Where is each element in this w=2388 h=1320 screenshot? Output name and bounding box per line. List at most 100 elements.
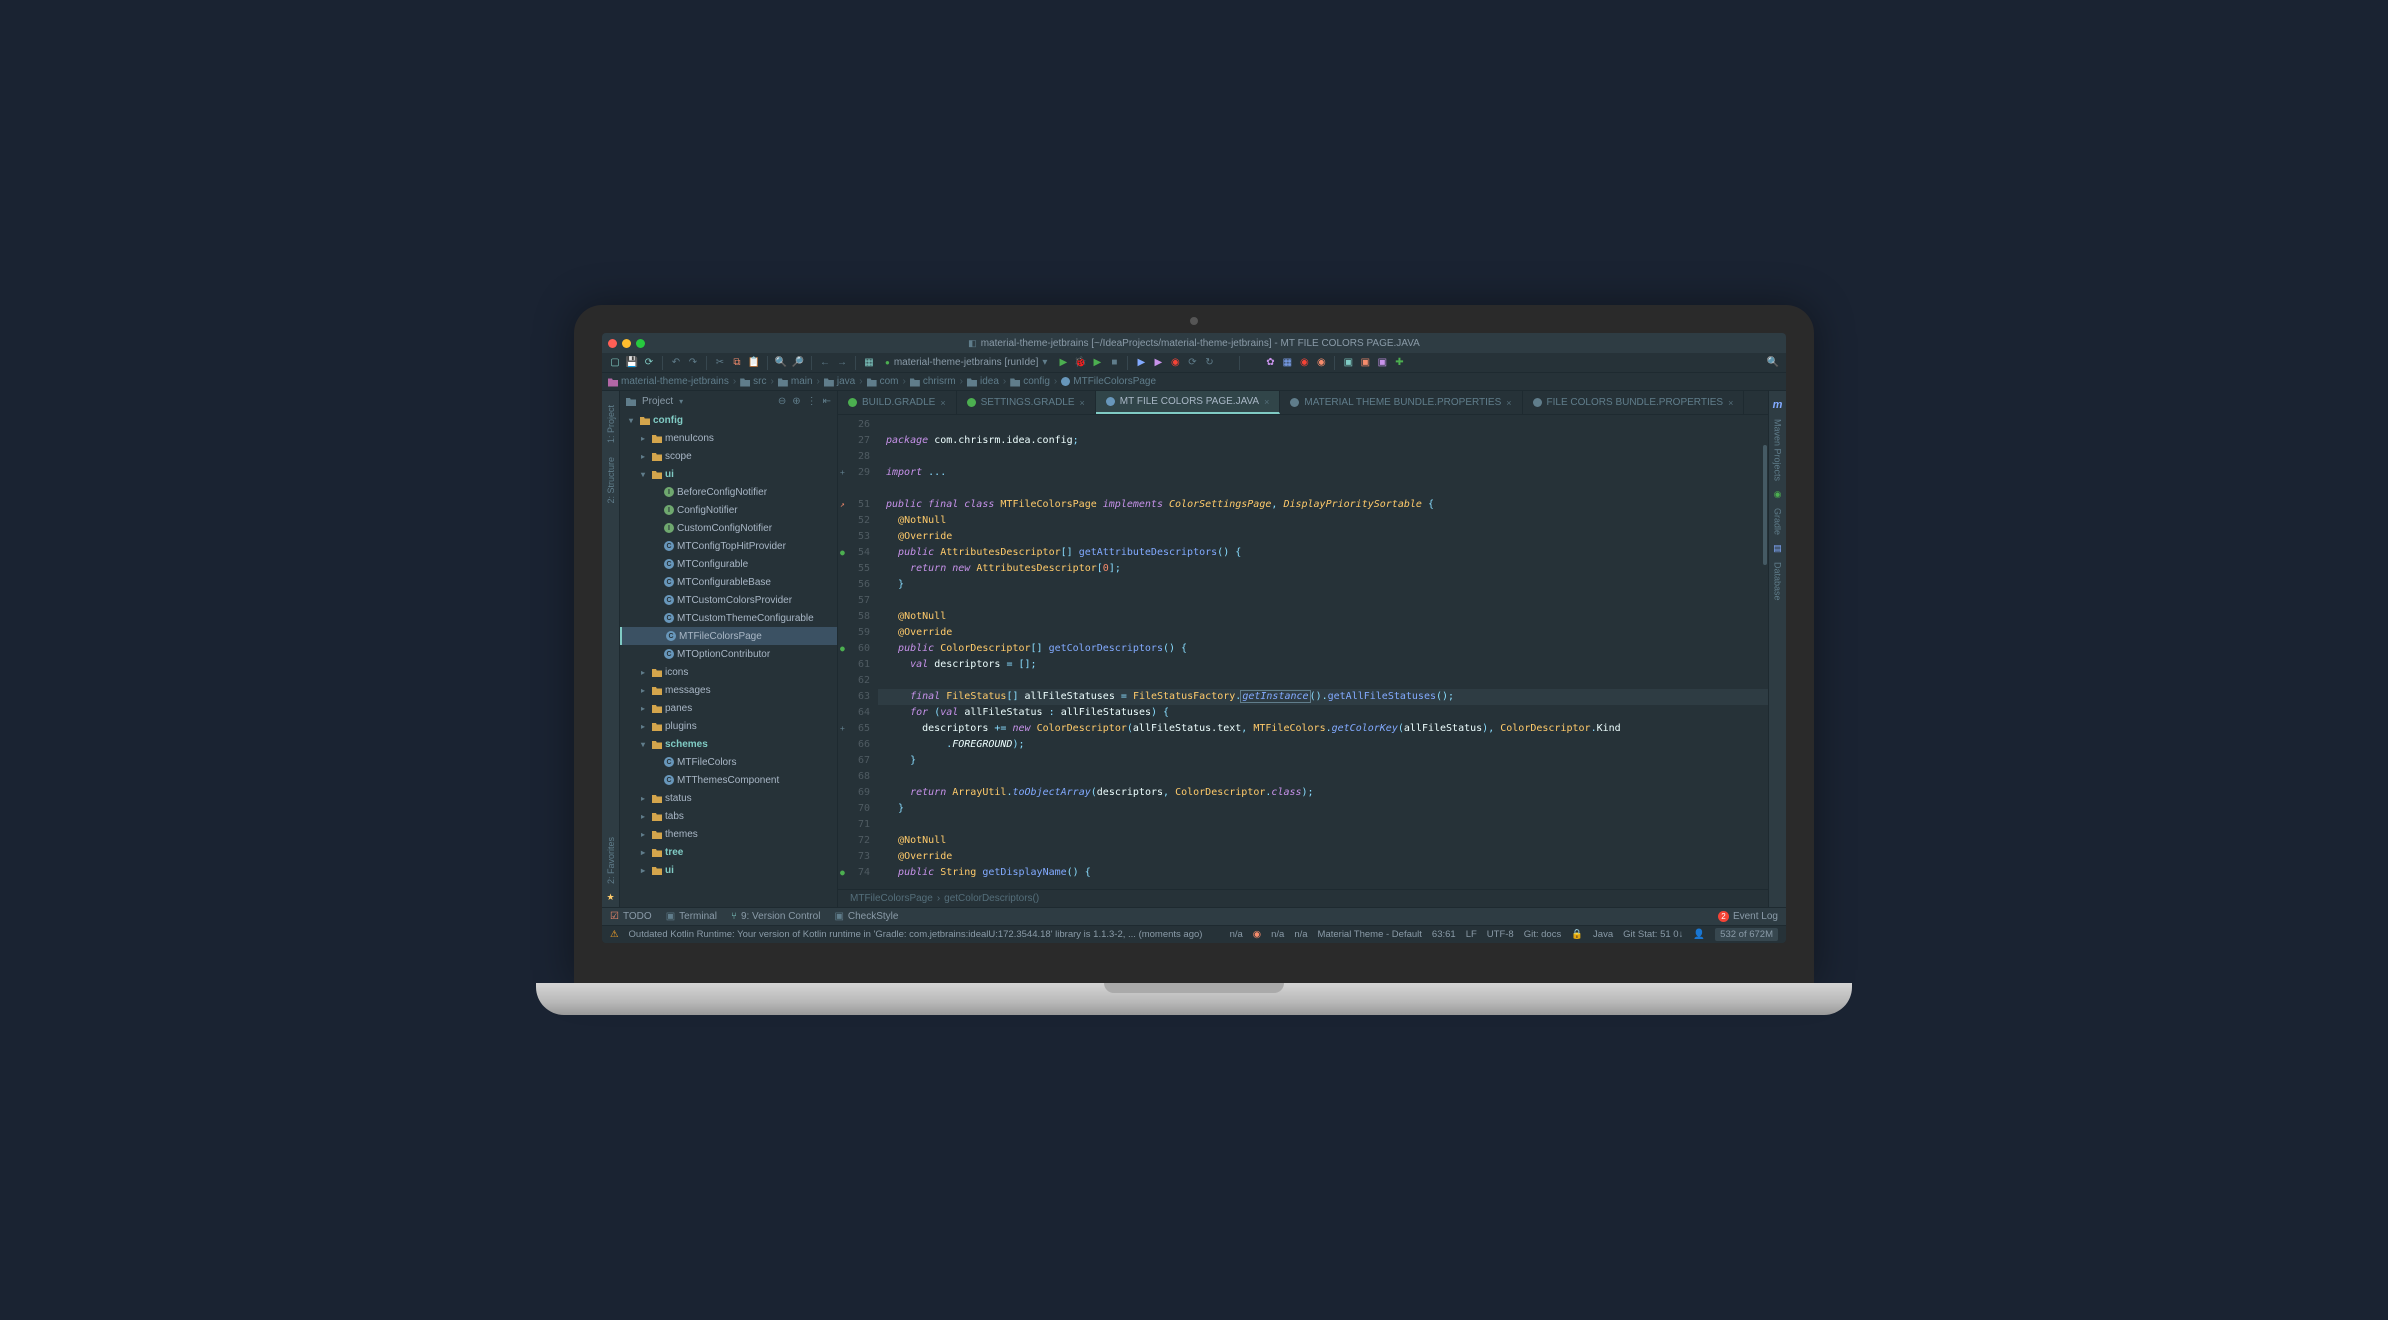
code-line[interactable]: public final class MTFileColorsPage impl… <box>886 497 1760 513</box>
vtab-maven[interactable]: Maven Projects <box>1772 413 1784 487</box>
status-message[interactable]: Outdated Kotlin Runtime: Your version of… <box>629 929 1220 940</box>
sidebar-settings-icon[interactable]: ⋮ <box>807 396 817 407</box>
code-line[interactable]: @Override <box>886 625 1760 641</box>
breadcrumb-item[interactable]: src <box>740 376 766 387</box>
status-java[interactable]: Java <box>1593 929 1613 940</box>
tree-arrow-icon[interactable]: ▸ <box>641 704 649 713</box>
editor-tab[interactable]: MATERIAL THEME BUNDLE.PROPERTIES× <box>1280 391 1522 414</box>
code-line[interactable]: descriptors += new ColorDescriptor(allFi… <box>886 721 1760 737</box>
gutter-line[interactable]: 72 <box>838 833 870 849</box>
tree-item[interactable]: ▸ui <box>620 861 837 879</box>
status-theme[interactable]: Material Theme - Default <box>1318 929 1422 940</box>
tab-close-icon[interactable]: × <box>940 398 945 408</box>
gutter-mark-icon[interactable]: ● <box>840 865 845 881</box>
tree-item[interactable]: ▾ui <box>620 465 837 483</box>
code-line[interactable] <box>886 481 1760 497</box>
tool1-icon[interactable]: ▣ <box>1341 356 1355 370</box>
replace-icon[interactable]: 🔎 <box>791 356 805 370</box>
forward-icon[interactable]: → <box>835 356 849 370</box>
code-line[interactable]: @Override <box>886 849 1760 865</box>
tab-close-icon[interactable]: × <box>1264 397 1269 407</box>
back-icon[interactable]: ← <box>818 356 832 370</box>
gutter-line[interactable]: 64 <box>838 705 870 721</box>
tree-item[interactable]: ICustomConfigNotifier <box>620 519 837 537</box>
tab-close-icon[interactable]: × <box>1728 398 1733 408</box>
gutter-line[interactable]: 73 <box>838 849 870 865</box>
code-line[interactable]: for (val allFileStatus : allFileStatuses… <box>886 705 1760 721</box>
gutter-line[interactable]: 51↗ <box>838 497 870 513</box>
gutter-line[interactable]: 68 <box>838 769 870 785</box>
gutter-line[interactable]: 71 <box>838 817 870 833</box>
gutter-line[interactable]: 58 <box>838 609 870 625</box>
save-icon[interactable]: 💾 <box>625 356 639 370</box>
restart-icon[interactable]: ↻ <box>1202 356 1216 370</box>
tree-item[interactable]: ▸themes <box>620 825 837 843</box>
profile-icon[interactable]: ▶ <box>1151 356 1165 370</box>
status-line-ending[interactable]: LF <box>1466 929 1477 940</box>
tree-arrow-icon[interactable]: ▸ <box>641 434 649 443</box>
tree-arrow-icon[interactable]: ▾ <box>641 470 649 479</box>
tree-item[interactable]: ▸menuIcons <box>620 429 837 447</box>
code-line[interactable] <box>886 673 1760 689</box>
code-line[interactable]: @NotNull <box>886 833 1760 849</box>
editor-bc-method[interactable]: getColorDescriptors() <box>944 893 1039 904</box>
code-line[interactable] <box>886 817 1760 833</box>
breadcrumb-item[interactable]: idea <box>967 376 999 387</box>
tree-arrow-icon[interactable]: ▸ <box>641 812 649 821</box>
vtab-structure[interactable]: 2: Structure <box>605 451 617 510</box>
project-view-dropdown-icon[interactable]: ▾ <box>679 397 683 406</box>
breadcrumb-item[interactable]: java <box>824 376 855 387</box>
gutter-line[interactable]: 59 <box>838 625 870 641</box>
refresh-icon[interactable]: ⟳ <box>642 356 656 370</box>
attach-icon[interactable]: ▶ <box>1134 356 1148 370</box>
gutter-line[interactable]: 74● <box>838 865 870 881</box>
code-line[interactable]: } <box>886 801 1760 817</box>
code-line[interactable]: } <box>886 577 1760 593</box>
tree-item[interactable]: ▸tree <box>620 843 837 861</box>
code-line[interactable]: return new AttributesDescriptor[0]; <box>886 561 1760 577</box>
status-caret-pos[interactable]: 63:61 <box>1432 929 1456 940</box>
tree-arrow-icon[interactable]: ▸ <box>641 866 649 875</box>
tree-item[interactable]: CMTFileColorsPage <box>620 627 837 645</box>
tree-item[interactable]: IBeforeConfigNotifier <box>620 483 837 501</box>
tree-item[interactable]: CMTCustomThemeConfigurable <box>620 609 837 627</box>
stop2-icon[interactable]: ◉ <box>1168 356 1182 370</box>
copy-icon[interactable]: ⧉ <box>730 356 744 370</box>
tree-arrow-icon[interactable]: ▾ <box>641 740 649 749</box>
gutter-line[interactable]: 26 <box>838 417 870 433</box>
breadcrumb-item[interactable]: com <box>867 376 899 387</box>
tab-close-icon[interactable]: × <box>1506 398 1511 408</box>
code-line[interactable]: } <box>886 753 1760 769</box>
event-log-tool[interactable]: 2 Event Log <box>1718 911 1778 922</box>
gutter-line[interactable]: 57 <box>838 593 870 609</box>
gutter-line[interactable]: 27 <box>838 433 870 449</box>
tree-arrow-icon[interactable]: ▾ <box>629 416 637 425</box>
gutter-line[interactable]: 70 <box>838 801 870 817</box>
code-area[interactable]: package com.chrisrm.idea.config;import .… <box>878 415 1768 889</box>
lock-icon[interactable]: 🔒 <box>1571 929 1583 940</box>
tree-item[interactable]: CMTThemesComponent <box>620 771 837 789</box>
code-line[interactable]: return ArrayUtil.toObjectArray(descripto… <box>886 785 1760 801</box>
tool2-icon[interactable]: ▣ <box>1358 356 1372 370</box>
tree-item[interactable]: IConfigNotifier <box>620 501 837 519</box>
sdk-icon[interactable]: ◉ <box>1297 356 1311 370</box>
tree-arrow-icon[interactable]: ▸ <box>641 794 649 803</box>
status-encoding[interactable]: UTF-8 <box>1487 929 1514 940</box>
code-line[interactable]: package com.chrisrm.idea.config; <box>886 433 1760 449</box>
tree-arrow-icon[interactable]: ▸ <box>641 848 649 857</box>
vcs-tool[interactable]: ⑂ 9: Version Control <box>731 911 821 922</box>
gutter-mark-icon[interactable]: ● <box>840 545 845 561</box>
gutter-line[interactable]: 61 <box>838 657 870 673</box>
ide-icon[interactable]: ◉ <box>1314 356 1328 370</box>
tool3-icon[interactable]: ▣ <box>1375 356 1389 370</box>
gutter-line[interactable]: 65+ <box>838 721 870 737</box>
code-line[interactable]: .FOREGROUND); <box>886 737 1760 753</box>
gutter-mark-icon[interactable]: + <box>840 465 845 481</box>
code-line[interactable]: @NotNull <box>886 609 1760 625</box>
code-line[interactable]: final FileStatus[] allFileStatuses = Fil… <box>878 689 1768 705</box>
todo-tool[interactable]: ☑ TODO <box>610 911 652 922</box>
code-line[interactable]: val descriptors = []; <box>886 657 1760 673</box>
tree-item[interactable]: CMTConfigurable <box>620 555 837 573</box>
undo-icon[interactable]: ↶ <box>669 356 683 370</box>
gutter-line[interactable]: 55 <box>838 561 870 577</box>
